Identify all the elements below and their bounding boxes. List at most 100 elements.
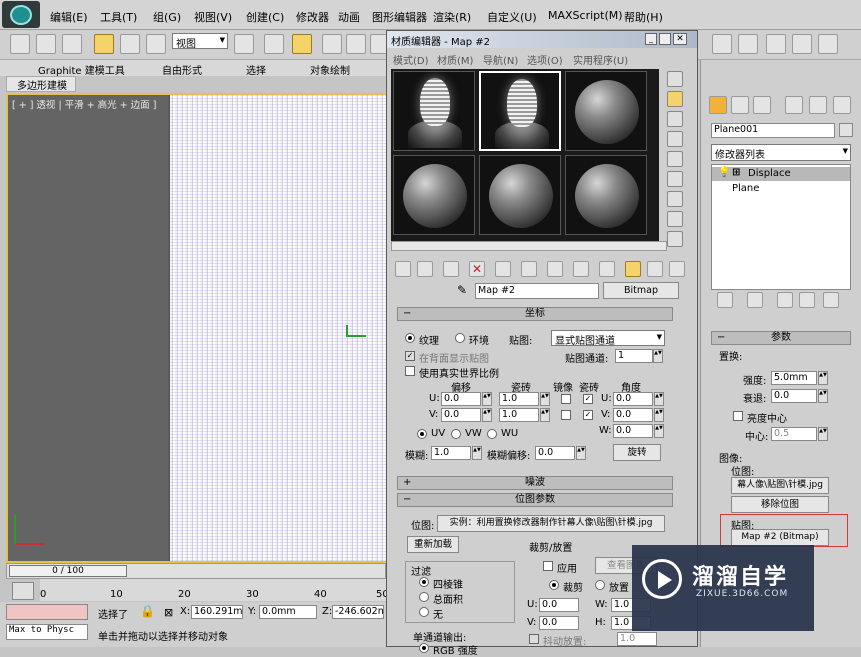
- u-angle-field[interactable]: 0.0: [613, 392, 653, 406]
- bitmap-params-rollout[interactable]: − 位图参数: [397, 493, 673, 507]
- map-type-button[interactable]: Bitmap: [603, 282, 679, 299]
- ribbon-tab-graphite[interactable]: Graphite 建模工具: [38, 62, 125, 77]
- material-navigator-icon[interactable]: [667, 231, 683, 247]
- video-color-icon[interactable]: [667, 151, 683, 167]
- z-coordinate-field[interactable]: -246.602mm: [332, 605, 384, 619]
- modifier-list-select[interactable]: 修改器列表: [711, 144, 851, 161]
- eyedropper-icon[interactable]: ✎: [457, 283, 467, 297]
- sample-type-icon[interactable]: [667, 71, 683, 87]
- maxscript-listener[interactable]: [6, 604, 88, 620]
- mat-menu-navigation[interactable]: 导航(N): [483, 52, 518, 67]
- w-angle-spinner[interactable]: ▲▼: [654, 424, 664, 438]
- select-by-material-icon[interactable]: [667, 211, 683, 227]
- bitmap-file-button[interactable]: 幕人像\贴图\针模.jpg: [731, 477, 829, 494]
- copy-material-icon[interactable]: [495, 261, 511, 277]
- bitmap-path-button[interactable]: 实例：利用置换修改器制作针幕人像\贴图\针模.jpg: [437, 515, 665, 532]
- blur-offset-spinner[interactable]: ▲▼: [576, 446, 586, 460]
- remove-modifier-icon[interactable]: [799, 292, 815, 308]
- center-field[interactable]: 0.5: [771, 427, 817, 441]
- show-end-result-icon[interactable]: [625, 261, 641, 277]
- summed-area-radio[interactable]: [419, 592, 429, 602]
- no-filter-radio[interactable]: [419, 607, 429, 617]
- viewport-label[interactable]: [ + ] 透视 | 平滑 + 高光 + 边面 ]: [12, 97, 156, 111]
- strength-field[interactable]: 5.0mm: [771, 371, 817, 385]
- menu-views[interactable]: 视图(V): [194, 9, 232, 25]
- material-editor-titlebar[interactable]: 材质编辑器 - Map #2 _ ✕: [387, 31, 697, 48]
- u-tiling-spinner[interactable]: ▲▼: [540, 392, 550, 406]
- keyboard-shortcut-icon[interactable]: [292, 34, 312, 54]
- menu-create[interactable]: 创建(C): [246, 9, 284, 25]
- u-offset-spinner[interactable]: ▲▼: [482, 392, 492, 406]
- reference-coord-select[interactable]: 视图: [172, 33, 228, 50]
- display-tab-icon[interactable]: [809, 96, 827, 114]
- maxscript-mini-listener[interactable]: Max to Physc: [6, 624, 88, 640]
- expand-icon[interactable]: ⊞: [732, 167, 740, 178]
- make-unique-stack-icon[interactable]: [777, 292, 793, 308]
- move-gizmo-icon[interactable]: [346, 325, 366, 337]
- show-end-result-stack-icon[interactable]: [747, 292, 763, 308]
- v-tiling-spinner[interactable]: ▲▼: [540, 408, 550, 422]
- center-spinner[interactable]: ▲▼: [818, 427, 828, 441]
- angle-snap-icon[interactable]: [346, 34, 366, 54]
- blur-field[interactable]: 1.0: [431, 446, 471, 460]
- mat-menu-material[interactable]: 材质(M): [437, 52, 473, 67]
- background-icon[interactable]: [667, 111, 683, 127]
- rgb-intensity-radio[interactable]: [419, 643, 429, 653]
- window-crossing-icon[interactable]: [62, 34, 82, 54]
- time-slider[interactable]: 0 / 100: [6, 563, 386, 579]
- rotate-button[interactable]: 旋转: [613, 444, 661, 461]
- ribbon-tab-object-paint[interactable]: 对象绘制: [310, 62, 350, 77]
- apply-checkbox[interactable]: [543, 561, 553, 571]
- luminance-center-checkbox[interactable]: [733, 411, 743, 421]
- material-id-icon[interactable]: [573, 261, 589, 277]
- noise-rollout[interactable]: + 噪波: [397, 476, 673, 490]
- put-to-scene-icon[interactable]: [417, 261, 433, 277]
- menu-modifiers[interactable]: 修改器: [296, 9, 329, 25]
- v-angle-field[interactable]: 0.0: [613, 408, 653, 422]
- sample-slot-5[interactable]: [479, 155, 561, 235]
- object-name-field[interactable]: Plane001: [711, 123, 835, 138]
- vw-radio[interactable]: [451, 429, 461, 439]
- blur-offset-field[interactable]: 0.0: [535, 446, 575, 460]
- backlight-icon[interactable]: [667, 91, 683, 107]
- y-coordinate-field[interactable]: 0.0mm: [259, 605, 317, 619]
- maximize-icon[interactable]: [659, 33, 671, 45]
- pyramidal-radio[interactable]: [419, 577, 429, 587]
- mapping-select[interactable]: 显式贴图通道: [551, 330, 665, 347]
- u-angle-spinner[interactable]: ▲▼: [654, 392, 664, 406]
- utilities-tab-icon[interactable]: [833, 96, 851, 114]
- jitter-field[interactable]: 1.0: [617, 632, 657, 646]
- uv-tiling-icon[interactable]: [667, 131, 683, 147]
- render-setup-icon[interactable]: [766, 34, 786, 54]
- menu-help[interactable]: 帮助(H): [624, 9, 663, 25]
- real-world-checkbox[interactable]: [405, 366, 415, 376]
- reload-button[interactable]: 重新加载: [407, 536, 459, 553]
- menu-rendering[interactable]: 渲染(R): [433, 9, 471, 25]
- sample-slot-6[interactable]: [565, 155, 647, 235]
- uv-radio[interactable]: [417, 429, 427, 439]
- v-mirror-checkbox[interactable]: [561, 410, 571, 420]
- ribbon-polygon-modeling[interactable]: 多边形建模: [6, 76, 76, 92]
- app-logo-icon[interactable]: [2, 1, 40, 28]
- slots-scrollbar[interactable]: [391, 241, 667, 251]
- place-radio[interactable]: [595, 580, 605, 590]
- v-offset-field[interactable]: 0.0: [441, 408, 481, 422]
- make-unique-icon[interactable]: [521, 261, 537, 277]
- pivot-icon[interactable]: [234, 34, 254, 54]
- object-color-swatch[interactable]: [839, 123, 853, 137]
- create-tab-icon[interactable]: [709, 96, 727, 114]
- u-offset-field[interactable]: 0.0: [441, 392, 481, 406]
- params-rollout[interactable]: − 参数: [711, 331, 851, 345]
- u-mirror-checkbox[interactable]: [561, 394, 571, 404]
- w-angle-field[interactable]: 0.0: [613, 424, 653, 438]
- minimize-icon[interactable]: _: [645, 33, 657, 45]
- map-button[interactable]: Map #2 (Bitmap): [731, 529, 829, 546]
- select-move-icon[interactable]: [94, 34, 114, 54]
- reset-map-icon[interactable]: ✕: [469, 261, 485, 277]
- u-tiling-field[interactable]: 1.0: [499, 392, 539, 406]
- v-offset-spinner[interactable]: ▲▼: [482, 408, 492, 422]
- go-to-parent-icon[interactable]: [647, 261, 663, 277]
- menu-group[interactable]: 组(G): [153, 9, 181, 25]
- lock-icon[interactable]: 🔒: [140, 604, 155, 618]
- curve-editor-icon[interactable]: [712, 34, 732, 54]
